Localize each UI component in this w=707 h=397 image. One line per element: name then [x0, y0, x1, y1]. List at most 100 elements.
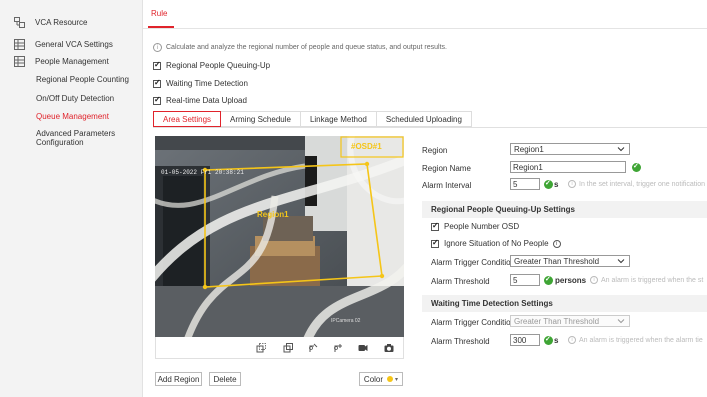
clear-area-icon[interactable]: [283, 343, 293, 353]
alarm-interval-unit: s: [554, 180, 559, 189]
info-icon: i: [568, 336, 576, 344]
settings-grid-icon: [14, 38, 25, 50]
add-region-button[interactable]: Add Region: [155, 372, 202, 386]
sidebar-item-label: Configuration: [36, 138, 84, 147]
subtabs: Area Settings Arming Schedule Linkage Me…: [153, 111, 472, 127]
sidebar: VCA Resource General VCA Settings People…: [0, 0, 143, 397]
region-name-input[interactable]: Region1: [510, 161, 626, 173]
color-picker-button[interactable]: Color ▾: [359, 372, 403, 386]
video-toolbar: [155, 337, 404, 359]
valid-check-icon: [632, 162, 641, 172]
video-frame: [155, 136, 404, 337]
color-swatch: [387, 376, 394, 382]
chevron-down-icon: ▾: [395, 376, 399, 383]
valid-check-icon: [544, 335, 553, 345]
queue-trigger-label: Alarm Trigger Condition: [431, 258, 516, 267]
sidebar-item-regional-people-counting[interactable]: Regional People Counting: [36, 75, 129, 84]
nav-label: People Management: [35, 56, 109, 66]
live-video-view[interactable]: 01-05-2022 Fri 20:38:21 #OSD#1 Region1 I…: [155, 136, 404, 337]
queue-threshold-unit: persons: [555, 276, 587, 285]
nav-general-vca-settings[interactable]: General VCA Settings: [0, 35, 143, 53]
wait-threshold-hint: i An alarm is triggered when the alarm ti…: [568, 336, 707, 344]
delete-button[interactable]: Delete: [209, 372, 241, 386]
info-text: i Calculate and analyze the regional num…: [153, 43, 447, 52]
tab-arming-schedule[interactable]: Arming Schedule: [221, 111, 301, 127]
divider: [143, 28, 707, 29]
draw-area-icon[interactable]: [256, 343, 266, 353]
hint-text: An alarm is triggered when the st: [601, 276, 704, 284]
checkbox-regional-people-queuing-up[interactable]: Regional People Queuing-Up: [153, 60, 271, 70]
tab-linkage-method[interactable]: Linkage Method: [300, 111, 377, 127]
chevron-down-icon: [617, 147, 625, 152]
info-icon: i: [153, 43, 162, 52]
queue-threshold-input[interactable]: 5: [510, 274, 540, 286]
queue-settings-section: Regional People Queuing-Up Settings: [422, 201, 707, 218]
nav-vca-resource[interactable]: VCA Resource: [0, 13, 143, 31]
wait-trigger-label: Alarm Trigger Condition: [431, 318, 516, 327]
wait-trigger-value: Greater Than Threshold: [514, 316, 600, 326]
hint-text: An alarm is triggered when the alarm tie: [579, 336, 703, 344]
alarm-interval-input[interactable]: 5: [510, 178, 540, 190]
vca-resource-icon: [14, 16, 25, 28]
info-icon: i: [590, 276, 598, 284]
checkbox-waiting-time-detection[interactable]: Waiting Time Detection: [153, 78, 248, 88]
people-management-icon: [14, 55, 25, 67]
queue-threshold-hint: i An alarm is triggered when the st: [590, 276, 707, 284]
chevron-down-icon: [617, 319, 625, 324]
info-icon: i: [568, 180, 576, 188]
tab-area-settings[interactable]: Area Settings: [153, 111, 222, 127]
nav-people-management[interactable]: People Management: [0, 52, 143, 70]
queue-threshold-label: Alarm Threshold: [431, 277, 490, 286]
max-size-icon[interactable]: [308, 343, 318, 353]
help-icon[interactable]: i: [552, 239, 561, 248]
region-label: Region1: [257, 210, 289, 219]
sidebar-item-on-off-duty-detection[interactable]: On/Off Duty Detection: [36, 94, 114, 103]
region-select[interactable]: Region1: [510, 143, 630, 155]
checkbox-label: Waiting Time Detection: [166, 79, 248, 88]
queue-trigger-select[interactable]: Greater Than Threshold: [510, 255, 630, 267]
nav-label: VCA Resource: [35, 17, 88, 27]
chevron-down-icon: [617, 259, 625, 264]
checkbox-label: Real-time Data Upload: [166, 96, 247, 105]
info-label: Calculate and analyze the regional numbe…: [166, 44, 447, 51]
color-label: Color: [363, 374, 384, 384]
hint-text: In the set interval, trigger one notific…: [579, 180, 706, 188]
valid-check-icon: [544, 179, 553, 189]
wait-threshold-input[interactable]: 300: [510, 334, 540, 346]
checkbox-label: Regional People Queuing-Up: [166, 61, 271, 70]
region-name-label: Region Name: [422, 164, 471, 173]
checkbox-checked[interactable]: [153, 60, 161, 70]
sidebar-item-label: Advanced Parameters: [36, 129, 116, 138]
people-number-osd-checkbox[interactable]: People Number OSD: [431, 221, 520, 231]
checkbox-real-time-data-upload[interactable]: Real-time Data Upload: [153, 95, 247, 105]
tab-rule[interactable]: Rule: [151, 9, 167, 18]
camera-snapshot-icon[interactable]: [384, 343, 394, 353]
sidebar-item-advanced-parameters[interactable]: Advanced Parameters Configuration: [36, 129, 115, 147]
min-size-icon[interactable]: [333, 343, 343, 353]
queue-trigger-value: Greater Than Threshold: [514, 256, 600, 266]
video-timestamp: 01-05-2022 Fri 20:38:21: [161, 169, 244, 176]
checkbox-checked[interactable]: [431, 238, 439, 248]
checkbox-checked[interactable]: [153, 78, 161, 88]
checkbox-checked[interactable]: [153, 95, 161, 105]
checkbox-label: People Number OSD: [444, 222, 520, 231]
waiting-time-section: Waiting Time Detection Settings: [422, 295, 707, 312]
ignore-no-people-checkbox[interactable]: Ignore Situation of No People i: [431, 238, 561, 248]
sidebar-item-queue-management[interactable]: Queue Management: [36, 112, 109, 121]
region-label: Region: [422, 146, 448, 155]
alarm-interval-hint: i In the set interval, trigger one notifi…: [568, 180, 707, 188]
checkbox-checked[interactable]: [431, 221, 439, 231]
checkbox-label: Ignore Situation of No People: [444, 239, 549, 248]
region-select-value: Region1: [514, 144, 544, 154]
channel-label: IPCamera 02: [331, 318, 361, 324]
wait-trigger-select[interactable]: Greater Than Threshold: [510, 315, 630, 327]
alarm-interval-label: Alarm Interval: [422, 181, 472, 190]
wait-threshold-unit: s: [554, 336, 559, 345]
divider: [153, 127, 707, 128]
nav-label: General VCA Settings: [35, 39, 113, 49]
record-icon[interactable]: [358, 343, 368, 353]
wait-threshold-label: Alarm Threshold: [431, 337, 490, 346]
osd-label: #OSD#1: [351, 142, 382, 151]
valid-check-icon: [544, 275, 553, 285]
tab-scheduled-uploading[interactable]: Scheduled Uploading: [376, 111, 472, 127]
